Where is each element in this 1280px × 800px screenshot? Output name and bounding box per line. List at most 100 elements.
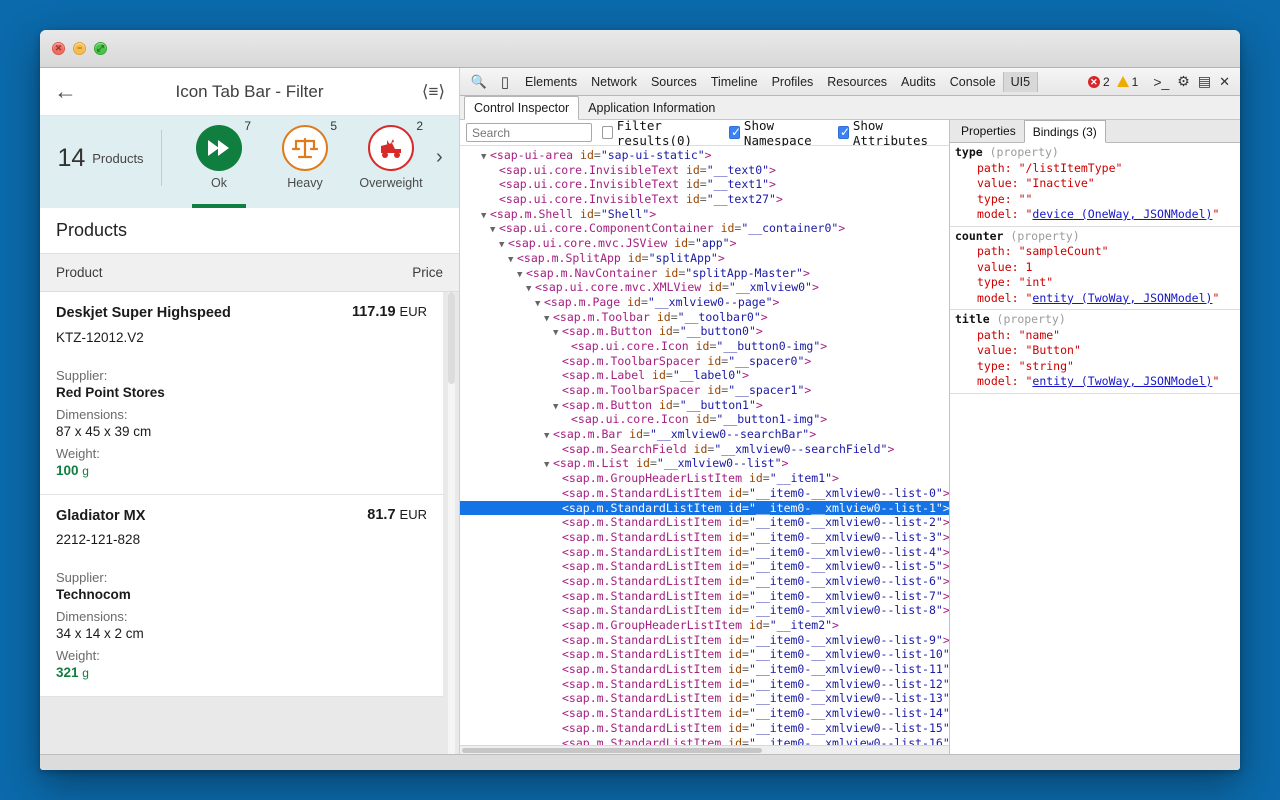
tree-node[interactable]: <sap.ui.core.Icon id="__button1-img"> — [460, 412, 949, 427]
tree-node[interactable]: <sap.m.StandardListItem id="__item0-__xm… — [460, 647, 949, 662]
tree-node[interactable]: ▼<sap-ui-area id="sap-ui-static"> — [460, 148, 949, 163]
tree-node[interactable]: ▼<sap.ui.core.ComponentContainer id="__c… — [460, 221, 949, 236]
tree-node[interactable]: <sap.m.StandardListItem id="__item0-__xm… — [460, 706, 949, 721]
product-list[interactable]: Deskjet Super Highspeed 117.19 EUR KTZ-1… — [40, 292, 459, 754]
search-icon[interactable]: 🔍 — [466, 74, 492, 90]
tree-node[interactable]: <sap.m.StandardListItem id="__item0-__xm… — [460, 603, 949, 618]
properties-tab-properties[interactable]: Properties — [953, 120, 1024, 142]
tree-node-tag: <sap.ui.core.ComponentContainer — [499, 221, 714, 235]
tree-node[interactable]: <sap.m.SearchField id="__xmlview0--searc… — [460, 442, 949, 457]
tree-node[interactable]: <sap.m.GroupHeaderListItem id="__item1"> — [460, 471, 949, 486]
devtools-tab-elements[interactable]: Elements — [518, 72, 584, 92]
binding-model-link[interactable]: device (OneWay, JSONModel) — [1032, 207, 1212, 221]
list-item[interactable]: Deskjet Super Highspeed 117.19 EUR KTZ-1… — [40, 292, 443, 495]
tree-node[interactable]: <sap.m.StandardListItem id="__item0-__xm… — [460, 677, 949, 692]
next-tabs-chevron-icon[interactable]: › — [436, 146, 443, 169]
warning-count-badge[interactable]: 1 — [1117, 75, 1139, 89]
tree-filter-row: Filter results(0) Show Namespace Show At… — [460, 120, 949, 146]
device-toggle-icon[interactable]: ▯ — [492, 73, 518, 91]
devtools-tab-sources[interactable]: Sources — [644, 72, 704, 92]
back-arrow-icon[interactable]: ← — [54, 80, 88, 103]
tree-node[interactable]: <sap.ui.core.InvisibleText id="__text1"> — [460, 177, 949, 192]
console-prompt-icon[interactable]: >_ — [1153, 74, 1169, 90]
dock-window-icon[interactable]: ▤ — [1198, 73, 1211, 90]
tree-node[interactable]: ▼<sap.ui.core.mvc.XMLView id="__xmlview0… — [460, 280, 949, 295]
search-input[interactable] — [466, 123, 592, 142]
tree-node[interactable]: <sap.m.StandardListItem id="__item0-__xm… — [460, 559, 949, 574]
tree-node[interactable]: ▼<sap.m.Button id="__button0"> — [460, 324, 949, 339]
filter-tab-overweight[interactable]: 2 Overweight — [348, 116, 434, 208]
show-namespace-label: Show Namespace — [744, 118, 828, 148]
binding-value: "int" — [1019, 275, 1054, 289]
tree-horizontal-scrollbar[interactable] — [460, 745, 949, 754]
control-tree[interactable]: ▼<sap-ui-area id="sap-ui-static"><sap.ui… — [460, 146, 949, 754]
weight-unit: g — [82, 464, 89, 478]
tree-node[interactable]: <sap.ui.core.Icon id="__button0-img"> — [460, 339, 949, 354]
tree-node-tag: <sap-ui-area — [490, 148, 573, 162]
tree-node[interactable]: ▼<sap.m.Toolbar id="__toolbar0"> — [460, 310, 949, 325]
maximize-window-button[interactable]: ⤢ — [94, 42, 107, 55]
list-scrollbar[interactable] — [448, 292, 455, 754]
devtools-tab-audits[interactable]: Audits — [894, 72, 943, 92]
tree-node[interactable]: <sap.m.StandardListItem id="__item0-__xm… — [460, 545, 949, 560]
devtools-tab-network[interactable]: Network — [584, 72, 644, 92]
tree-node[interactable]: ▼<sap.ui.core.mvc.JSView id="app"> — [460, 236, 949, 251]
tree-node[interactable]: ▼<sap.m.Shell id="Shell"> — [460, 207, 949, 222]
show-attributes-checkbox[interactable]: Show Attributes — [838, 118, 943, 148]
tree-node[interactable]: <sap.m.Label id="__label0"> — [460, 368, 949, 383]
subtab-application-information[interactable]: Application Information — [579, 96, 724, 119]
binding-model-link[interactable]: entity (TwoWay, JSONModel) — [1032, 291, 1212, 305]
subtab-control-inspector[interactable]: Control Inspector — [464, 96, 579, 120]
tree-node[interactable]: <sap.m.GroupHeaderListItem id="__item2"> — [460, 618, 949, 633]
close-icon[interactable]: ✕ — [1219, 74, 1230, 90]
tree-node[interactable]: <sap.m.ToolbarSpacer id="__spacer1"> — [460, 383, 949, 398]
tree-node[interactable]: ▼<sap.m.SplitApp id="splitApp"> — [460, 251, 949, 266]
filter-tab-ok[interactable]: 7 Ok — [176, 116, 262, 208]
tree-node[interactable]: <sap.m.ToolbarSpacer id="__spacer0"> — [460, 354, 949, 369]
gear-icon[interactable]: ⚙ — [1177, 73, 1190, 90]
tree-node[interactable]: <sap.m.StandardListItem id="__item0-__xm… — [460, 515, 949, 530]
show-namespace-checkbox[interactable]: Show Namespace — [729, 118, 828, 148]
tree-scrollbar-thumb[interactable] — [462, 748, 762, 753]
tree-node-attr: id — [658, 266, 679, 280]
error-count-badge[interactable]: ✕ 2 — [1088, 75, 1110, 89]
tree-node[interactable]: ▼<sap.m.NavContainer id="splitApp-Master… — [460, 266, 949, 281]
tree-node-tag: <sap.m.Button — [562, 324, 652, 338]
tree-node-tag: <sap.m.Toolbar — [553, 310, 650, 324]
filter-tab-heavy[interactable]: 5 Heavy — [262, 116, 348, 208]
tree-node[interactable]: ▼<sap.m.Button id="__button1"> — [460, 398, 949, 413]
product-count[interactable]: 14 Products — [40, 130, 162, 186]
product-name: Gladiator MX — [56, 507, 145, 527]
list-item[interactable]: Gladiator MX 81.7 EUR 2212-121-828 Suppl… — [40, 495, 443, 698]
tree-node[interactable]: <sap.m.StandardListItem id="__item0-__xm… — [460, 589, 949, 604]
tree-node[interactable]: <sap.ui.core.InvisibleText id="__text27"… — [460, 192, 949, 207]
tree-node[interactable]: <sap.m.StandardListItem id="__item0-__xm… — [460, 530, 949, 545]
tree-node[interactable]: <sap.ui.core.InvisibleText id="__text0"> — [460, 163, 949, 178]
tree-node[interactable]: <sap.m.StandardListItem id="__item0-__xm… — [460, 501, 949, 516]
tree-node[interactable]: <sap.m.StandardListItem id="__item0-__xm… — [460, 721, 949, 736]
devtools-tab-ui5[interactable]: UI5 — [1003, 72, 1038, 92]
close-window-button[interactable]: ✕ — [52, 42, 65, 55]
tree-node[interactable]: <sap.m.StandardListItem id="__item0-__xm… — [460, 574, 949, 589]
devtools-tab-profiles[interactable]: Profiles — [765, 72, 821, 92]
devtools-tab-resources[interactable]: Resources — [820, 72, 894, 92]
bindings-list[interactable]: type (property)path: "/listItemType"valu… — [950, 143, 1240, 754]
devtools-tab-timeline[interactable]: Timeline — [704, 72, 765, 92]
tree-node[interactable]: <sap.m.StandardListItem id="__item0-__xm… — [460, 691, 949, 706]
tree-node[interactable]: <sap.m.StandardListItem id="__item0-__xm… — [460, 662, 949, 677]
list-menu-icon[interactable]: ⟨≡⟩ — [411, 82, 445, 102]
filter-tab-ok-label: Ok — [176, 176, 262, 190]
binding-model-link[interactable]: entity (TwoWay, JSONModel) — [1032, 374, 1212, 388]
tree-node[interactable]: ▼<sap.m.Page id="__xmlview0--page"> — [460, 295, 949, 310]
filter-results-checkbox[interactable]: Filter results(0) — [602, 118, 719, 148]
column-header-product: Product — [56, 265, 103, 280]
tree-node[interactable]: ▼<sap.m.Bar id="__xmlview0--searchBar"> — [460, 427, 949, 442]
tree-node[interactable]: ▼<sap.m.List id="__xmlview0--list"> — [460, 456, 949, 471]
properties-tab-bindings-3[interactable]: Bindings (3) — [1024, 120, 1106, 143]
tree-node[interactable]: <sap.m.StandardListItem id="__item0-__xm… — [460, 633, 949, 648]
tree-node[interactable]: <sap.m.StandardListItem id="__item0-__xm… — [460, 486, 949, 501]
product-count-number: 14 — [57, 144, 85, 173]
devtools-tab-console[interactable]: Console — [943, 72, 1003, 92]
list-scrollbar-thumb[interactable] — [448, 292, 455, 384]
minimize-window-button[interactable]: − — [73, 42, 86, 55]
